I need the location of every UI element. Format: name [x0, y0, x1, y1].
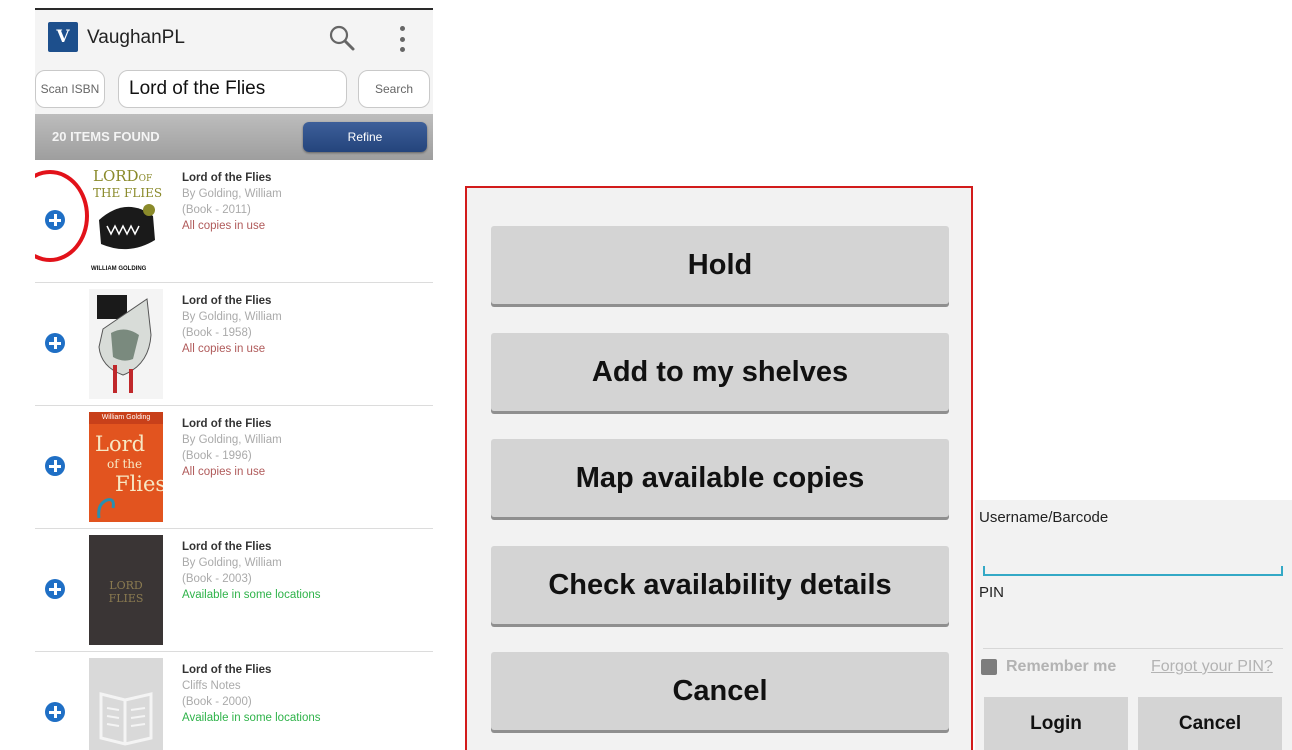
- item-details: Lord of the Flies By Golding, William (B…: [182, 293, 282, 357]
- item-title[interactable]: Lord of the Flies: [182, 170, 282, 186]
- book-cover: William Golding Lord of the Flies: [89, 412, 163, 522]
- login-cancel-button[interactable]: Cancel: [1138, 697, 1282, 750]
- book-cover: LORD FLIES: [89, 535, 163, 645]
- add-circle-icon[interactable]: [45, 579, 65, 599]
- refine-button[interactable]: Refine: [303, 122, 427, 152]
- cover-title: LORDOF THE FLIES: [93, 167, 163, 200]
- add-circle-icon[interactable]: [45, 333, 65, 353]
- result-item[interactable]: Lord of the Flies Cliffs Notes (Book - 2…: [35, 652, 433, 750]
- book-cover: LORDOF THE FLIES WILLIAM GOLDING: [89, 166, 163, 276]
- search-button[interactable]: Search: [358, 70, 430, 108]
- item-details: Lord of the Flies Cliffs Notes (Book - 2…: [182, 662, 321, 726]
- app-logo: V: [48, 22, 78, 52]
- item-details: Lord of the Flies By Golding, William (B…: [182, 416, 282, 480]
- app-title: VaughanPL: [87, 27, 185, 48]
- check-availability-button[interactable]: Check availability details: [491, 546, 949, 624]
- map-copies-button[interactable]: Map available copies: [491, 439, 949, 517]
- result-item[interactable]: LORD FLIES Lord of the Flies By Golding,…: [35, 529, 433, 652]
- app-bar: V VaughanPL: [35, 8, 433, 66]
- item-format: (Book - 2003): [182, 573, 252, 585]
- item-author: By Golding, William: [182, 434, 282, 446]
- username-label: Username/Barcode: [979, 509, 1109, 526]
- item-status: All copies in use: [182, 220, 266, 232]
- item-format: (Book - 2000): [182, 696, 252, 708]
- item-title[interactable]: Lord of the Flies: [182, 416, 282, 432]
- item-author: By Golding, William: [182, 557, 282, 569]
- item-status: All copies in use: [182, 343, 266, 355]
- hold-button[interactable]: Hold: [491, 226, 949, 304]
- item-format: (Book - 2011): [182, 204, 251, 216]
- remember-me-label: Remember me: [1006, 658, 1117, 675]
- book-placeholder-icon: [89, 658, 163, 750]
- cancel-button[interactable]: Cancel: [491, 652, 949, 730]
- item-author: By Golding, William: [182, 311, 282, 323]
- item-title[interactable]: Lord of the Flies: [182, 539, 321, 555]
- forgot-pin-link[interactable]: Forgot your PIN?: [1151, 658, 1273, 676]
- add-to-shelves-button[interactable]: Add to my shelves: [491, 333, 949, 411]
- username-field[interactable]: [983, 566, 1283, 576]
- item-status: Available in some locations: [182, 712, 321, 724]
- cover-title: LORD FLIES: [108, 579, 144, 605]
- item-title[interactable]: Lord of the Flies: [182, 293, 282, 309]
- item-status: All copies in use: [182, 466, 266, 478]
- scan-isbn-button[interactable]: Scan ISBN: [35, 70, 105, 108]
- results-count: 20 ITEMS FOUND: [52, 129, 160, 144]
- results-header: 20 ITEMS FOUND Refine: [35, 114, 433, 160]
- item-author: Cliffs Notes: [182, 680, 241, 692]
- item-details: Lord of the Flies By Golding, William (B…: [182, 170, 282, 234]
- remember-me-checkbox[interactable]: [981, 659, 997, 675]
- add-circle-icon[interactable]: [45, 702, 65, 722]
- item-format: (Book - 1996): [182, 450, 252, 462]
- result-item[interactable]: LORDOF THE FLIES WILLIAM GOLDING Lord of …: [35, 160, 433, 283]
- item-status: Available in some locations: [182, 589, 321, 601]
- item-author: By Golding, William: [182, 188, 282, 200]
- search-input[interactable]: Lord of the Flies: [118, 70, 347, 108]
- item-title[interactable]: Lord of the Flies: [182, 662, 321, 678]
- login-form: Username/Barcode PIN Remember me Forgot …: [975, 500, 1292, 750]
- pin-field[interactable]: [983, 639, 1283, 649]
- login-button[interactable]: Login: [984, 697, 1128, 750]
- search-icon[interactable]: [328, 24, 356, 52]
- book-cover: [89, 289, 163, 399]
- search-input-value: Lord of the Flies: [129, 78, 266, 99]
- cover-author: William Golding: [89, 412, 163, 424]
- add-circle-icon[interactable]: [45, 456, 65, 476]
- search-results-screen: V VaughanPL Scan ISBN Lord of the Flies …: [35, 8, 433, 750]
- item-details: Lord of the Flies By Golding, William (B…: [182, 539, 321, 603]
- pin-label: PIN: [979, 584, 1005, 601]
- result-item[interactable]: Lord of the Flies By Golding, William (B…: [35, 283, 433, 406]
- cover-author: WILLIAM GOLDING: [91, 266, 147, 272]
- item-format: (Book - 1958): [182, 327, 252, 339]
- search-row: Scan ISBN Lord of the Flies Search: [35, 66, 433, 114]
- result-item[interactable]: William Golding Lord of the Flies Lord o…: [35, 406, 433, 529]
- item-actions-dialog: Hold Add to my shelves Map available cop…: [465, 186, 973, 750]
- cover-title: Lord of the Flies: [95, 432, 163, 496]
- overflow-menu-icon[interactable]: [397, 26, 407, 52]
